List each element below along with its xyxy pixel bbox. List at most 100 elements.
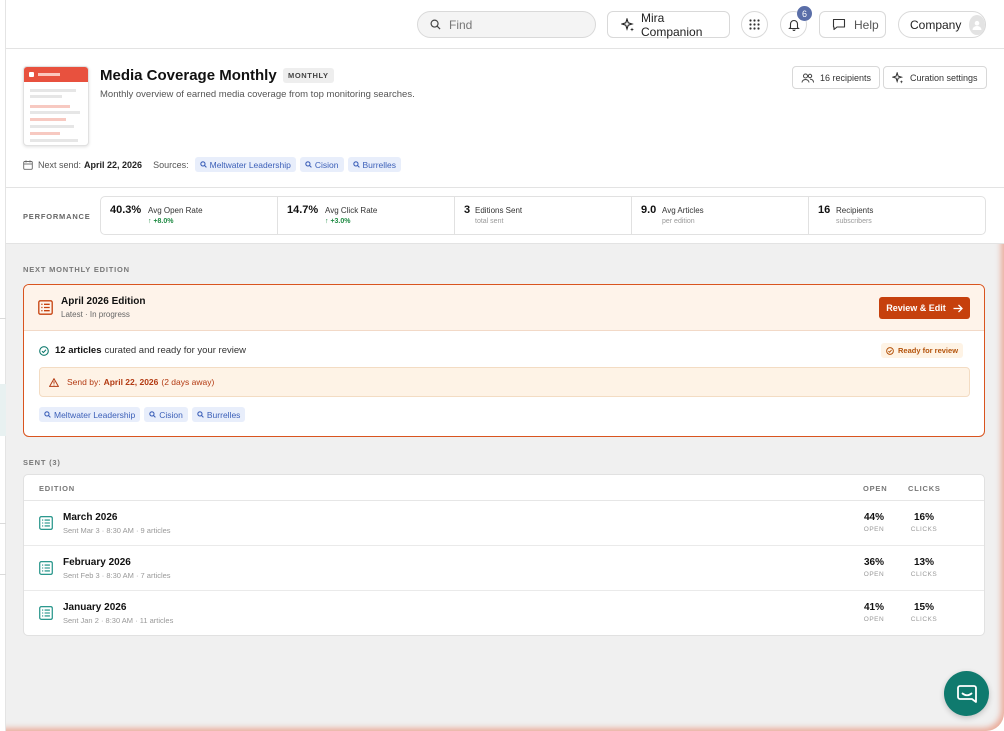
source-chip-label: Burrelles <box>362 159 397 170</box>
sparkle-icon <box>621 17 634 31</box>
column-edition: EDITION <box>39 484 76 493</box>
notification-count-badge: 6 <box>797 6 812 21</box>
sparkle-icon <box>892 71 904 84</box>
frequency-badge: MONTHLY <box>283 68 334 83</box>
open-metric: 44% OPEN <box>854 512 894 533</box>
metric-label: Avg Click Rate <box>325 206 378 215</box>
performance-bar: PERFORMANCE 40.3% Avg Open Rate ↑ +8.0% … <box>6 188 1004 244</box>
chat-launcher-button[interactable] <box>944 671 989 716</box>
search-placeholder: Find <box>449 17 473 32</box>
status-label: Ready for review <box>898 346 959 355</box>
send-by-note: (2 days away) <box>161 377 215 387</box>
mira-companion-label: Mira Companion <box>641 10 703 39</box>
metric-sub: subscribers <box>836 218 872 225</box>
metric-value: 3 <box>464 204 471 216</box>
source-chip[interactable]: Cision <box>144 407 188 422</box>
open-value: 36% <box>863 557 884 568</box>
metric-label: Avg Open Rate <box>148 206 203 215</box>
sources-label: Sources: <box>153 159 189 170</box>
edition-title: February 2026 <box>63 557 131 568</box>
search-icon <box>199 161 207 168</box>
edition-title: April 2026 Edition <box>61 296 146 307</box>
open-value: 41% <box>863 602 884 613</box>
next-edition-header: April 2026 Edition Latest · In progress … <box>24 285 984 331</box>
next-edition-section-label: NEXT MONTHLY EDITION <box>23 265 130 274</box>
curation-settings-label: Curation settings <box>910 72 978 83</box>
table-row[interactable]: January 2026 Sent Jan 2 · 8:30 AM · 11 a… <box>24 591 984 635</box>
clicks-value: 13% <box>913 557 934 568</box>
metric-label: Avg Articles <box>662 206 704 215</box>
clicks-metric: 13% CLICKS <box>904 557 944 578</box>
table-row[interactable]: February 2026 Sent Feb 3 · 8:30 AM · 7 a… <box>24 546 984 591</box>
newsletter-thumbnail <box>23 66 89 146</box>
next-edition-card: April 2026 Edition Latest · In progress … <box>23 284 985 437</box>
chat-bubble-icon <box>832 18 846 31</box>
source-chip[interactable]: Meltwater Leadership <box>194 157 296 172</box>
arrow-right-icon <box>953 304 963 312</box>
open-value: 44% <box>863 512 884 523</box>
source-chip-label: Cision <box>314 159 339 170</box>
grid-icon <box>749 19 760 30</box>
document-icon <box>39 561 53 575</box>
calendar-icon <box>23 159 33 170</box>
recipients-button[interactable]: 16 recipients <box>792 66 881 89</box>
search-input[interactable]: Find <box>417 11 596 38</box>
metric-avg-articles: 9.0 Avg Articles per edition <box>632 197 809 234</box>
left-sidebar-edge <box>0 0 6 731</box>
document-icon <box>39 516 53 530</box>
check-circle-icon <box>39 345 49 356</box>
page-title: Media Coverage Monthly <box>100 67 277 84</box>
apps-button[interactable] <box>741 11 768 38</box>
search-icon <box>44 411 51 418</box>
source-chip[interactable]: Cision <box>299 157 344 172</box>
avatar <box>969 14 985 35</box>
top-bar: Find Mira Companion 6 Help Company <box>0 0 1004 49</box>
search-icon <box>197 411 204 418</box>
search-icon <box>430 19 441 30</box>
send-by-label: Send by: <box>67 377 101 387</box>
next-send-label: Next send: <box>38 159 82 170</box>
metric-change: ↑ +8.0% <box>148 218 174 225</box>
review-edit-button[interactable]: Review & Edit <box>879 297 970 319</box>
edition-meta: Sent Feb 3 · 8:30 AM · 7 articles <box>63 571 171 580</box>
company-label: Company <box>910 17 962 32</box>
users-icon <box>801 73 814 83</box>
source-chip-label: Meltwater Leadership <box>209 159 291 170</box>
document-icon <box>38 300 53 315</box>
clicks-value: 15% <box>913 602 934 613</box>
source-chip[interactable]: Burrelles <box>347 157 402 172</box>
metric-editions-sent: 3 Editions Sent total sent <box>455 197 632 234</box>
metric-recipients: 16 Recipients subscribers <box>809 197 985 234</box>
metric-change: ↑ +3.0% <box>325 218 351 225</box>
send-meta-row: Next send: April 22, 2026 Sources: Meltw… <box>23 157 402 172</box>
source-chip-label: Meltwater Leadership <box>54 409 136 420</box>
metric-sub: per edition <box>662 218 695 225</box>
review-edit-label: Review & Edit <box>886 303 946 313</box>
search-icon <box>149 411 157 418</box>
warning-icon <box>49 377 59 387</box>
app-window: Find Mira Companion 6 Help Company Media… <box>0 0 1004 731</box>
help-button[interactable]: Help <box>819 11 886 38</box>
articles-count: 12 articles <box>55 345 102 356</box>
source-chip[interactable]: Meltwater Leadership <box>39 407 141 422</box>
sent-section-label: SENT (3) <box>23 458 61 467</box>
clicks-label: CLICKS <box>910 526 938 533</box>
edition-meta: Sent Mar 3 · 8:30 AM · 9 articles <box>63 526 171 535</box>
clicks-label: CLICKS <box>910 571 938 578</box>
table-row[interactable]: March 2026 Sent Mar 3 · 8:30 AM · 9 arti… <box>24 501 984 546</box>
curated-status-row: 12 articles curated and ready for your r… <box>39 345 246 356</box>
source-chip[interactable]: Burrelles <box>191 407 246 422</box>
curation-settings-button[interactable]: Curation settings <box>883 66 987 89</box>
metric-value: 40.3% <box>110 204 142 216</box>
mira-companion-button[interactable]: Mira Companion <box>607 10 730 39</box>
bell-icon <box>787 19 800 31</box>
recipients-label: 16 recipients <box>820 72 872 83</box>
metric-label: Editions Sent <box>475 206 523 215</box>
company-menu-button[interactable]: Company <box>898 11 986 38</box>
edition-subtitle: Latest · In progress <box>61 310 130 319</box>
metric-label: Recipients <box>836 206 874 215</box>
edition-sources: Meltwater Leadership Cision Burrelles <box>35 407 246 422</box>
status-badge: Ready for review <box>881 343 964 358</box>
metric-value: 16 <box>818 204 831 216</box>
chat-icon <box>956 684 977 703</box>
